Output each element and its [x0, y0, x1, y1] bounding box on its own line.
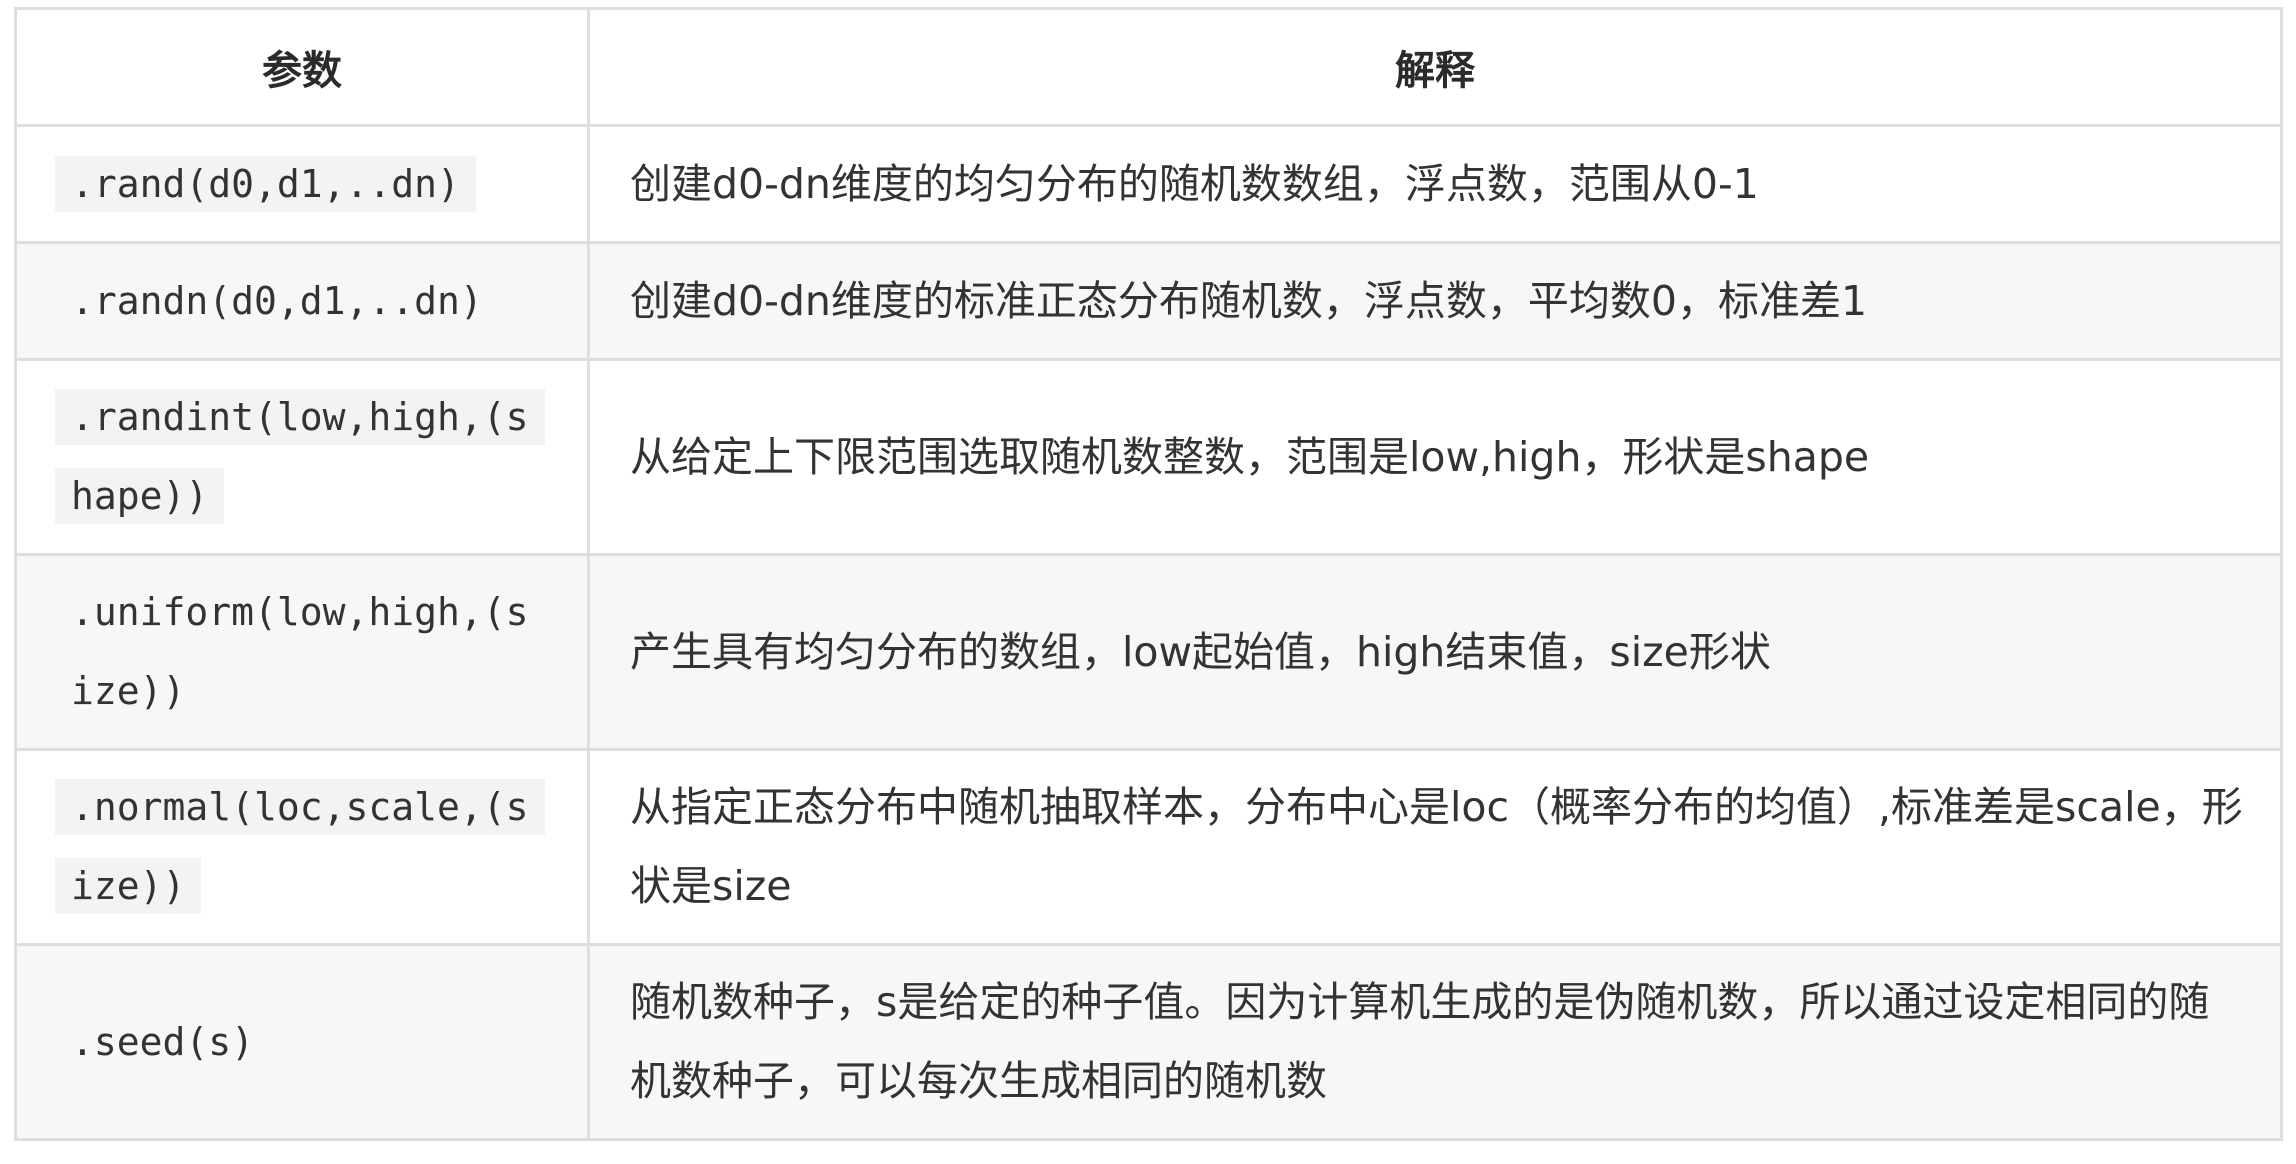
table-row: .normal(loc,scale,(size)) 从指定正态分布中随机抽取样本… [14, 748, 2283, 946]
header-desc: 解释 [587, 7, 2283, 127]
desc-cell: 创建d0-dn维度的标准正态分布随机数，浮点数，平均数0，标准差1 [587, 241, 2283, 361]
desc-cell: 产生具有均匀分布的数组，low起始值，high结束值，size形状 [587, 553, 2283, 751]
header-param: 参数 [14, 7, 590, 127]
table-row: .uniform(low,high,(size)) 产生具有均匀分布的数组，lo… [14, 553, 2283, 751]
param-cell: .randn(d0,d1,..dn) [14, 241, 590, 361]
param-cell: .rand(d0,d1,..dn) [14, 124, 590, 244]
param-cell: .normal(loc,scale,(size)) [14, 748, 590, 946]
parameter-table-container: 参数 解释 .rand(d0,d1,..dn) 创建d0-dn维度的均匀分布的随… [14, 7, 2283, 1141]
param-code: .uniform(low,high,(size)) [71, 590, 529, 713]
desc-cell: 随机数种子，s是给定的种子值。因为计算机生成的是伪随机数，所以通过设定相同的随机… [587, 943, 2283, 1141]
desc-cell: 创建d0-dn维度的均匀分布的随机数数组，浮点数，范围从0-1 [587, 124, 2283, 244]
parameter-table: 参数 解释 .rand(d0,d1,..dn) 创建d0-dn维度的均匀分布的随… [14, 7, 2283, 1141]
table-header-row: 参数 解释 [14, 7, 2283, 127]
param-code: .normal(loc,scale,(size)) [55, 779, 545, 914]
param-cell: .uniform(low,high,(size)) [14, 553, 590, 751]
table-row: .seed(s) 随机数种子，s是给定的种子值。因为计算机生成的是伪随机数，所以… [14, 943, 2283, 1141]
param-code: .randn(d0,d1,..dn) [71, 278, 483, 323]
param-cell: .randint(low,high,(shape)) [14, 358, 590, 556]
desc-cell: 从给定上下限范围选取随机数整数，范围是low,high，形状是shape [587, 358, 2283, 556]
param-code: .randint(low,high,(shape)) [55, 389, 545, 524]
table-row: .rand(d0,d1,..dn) 创建d0-dn维度的均匀分布的随机数数组，浮… [14, 124, 2283, 244]
param-cell: .seed(s) [14, 943, 590, 1141]
param-code: .rand(d0,d1,..dn) [55, 155, 476, 212]
table-row: .randn(d0,d1,..dn) 创建d0-dn维度的标准正态分布随机数，浮… [14, 241, 2283, 361]
desc-cell: 从指定正态分布中随机抽取样本，分布中心是loc（概率分布的均值）,标准差是sca… [587, 748, 2283, 946]
table-row: .randint(low,high,(shape)) 从给定上下限范围选取随机数… [14, 358, 2283, 556]
param-code: .seed(s) [71, 1019, 255, 1064]
